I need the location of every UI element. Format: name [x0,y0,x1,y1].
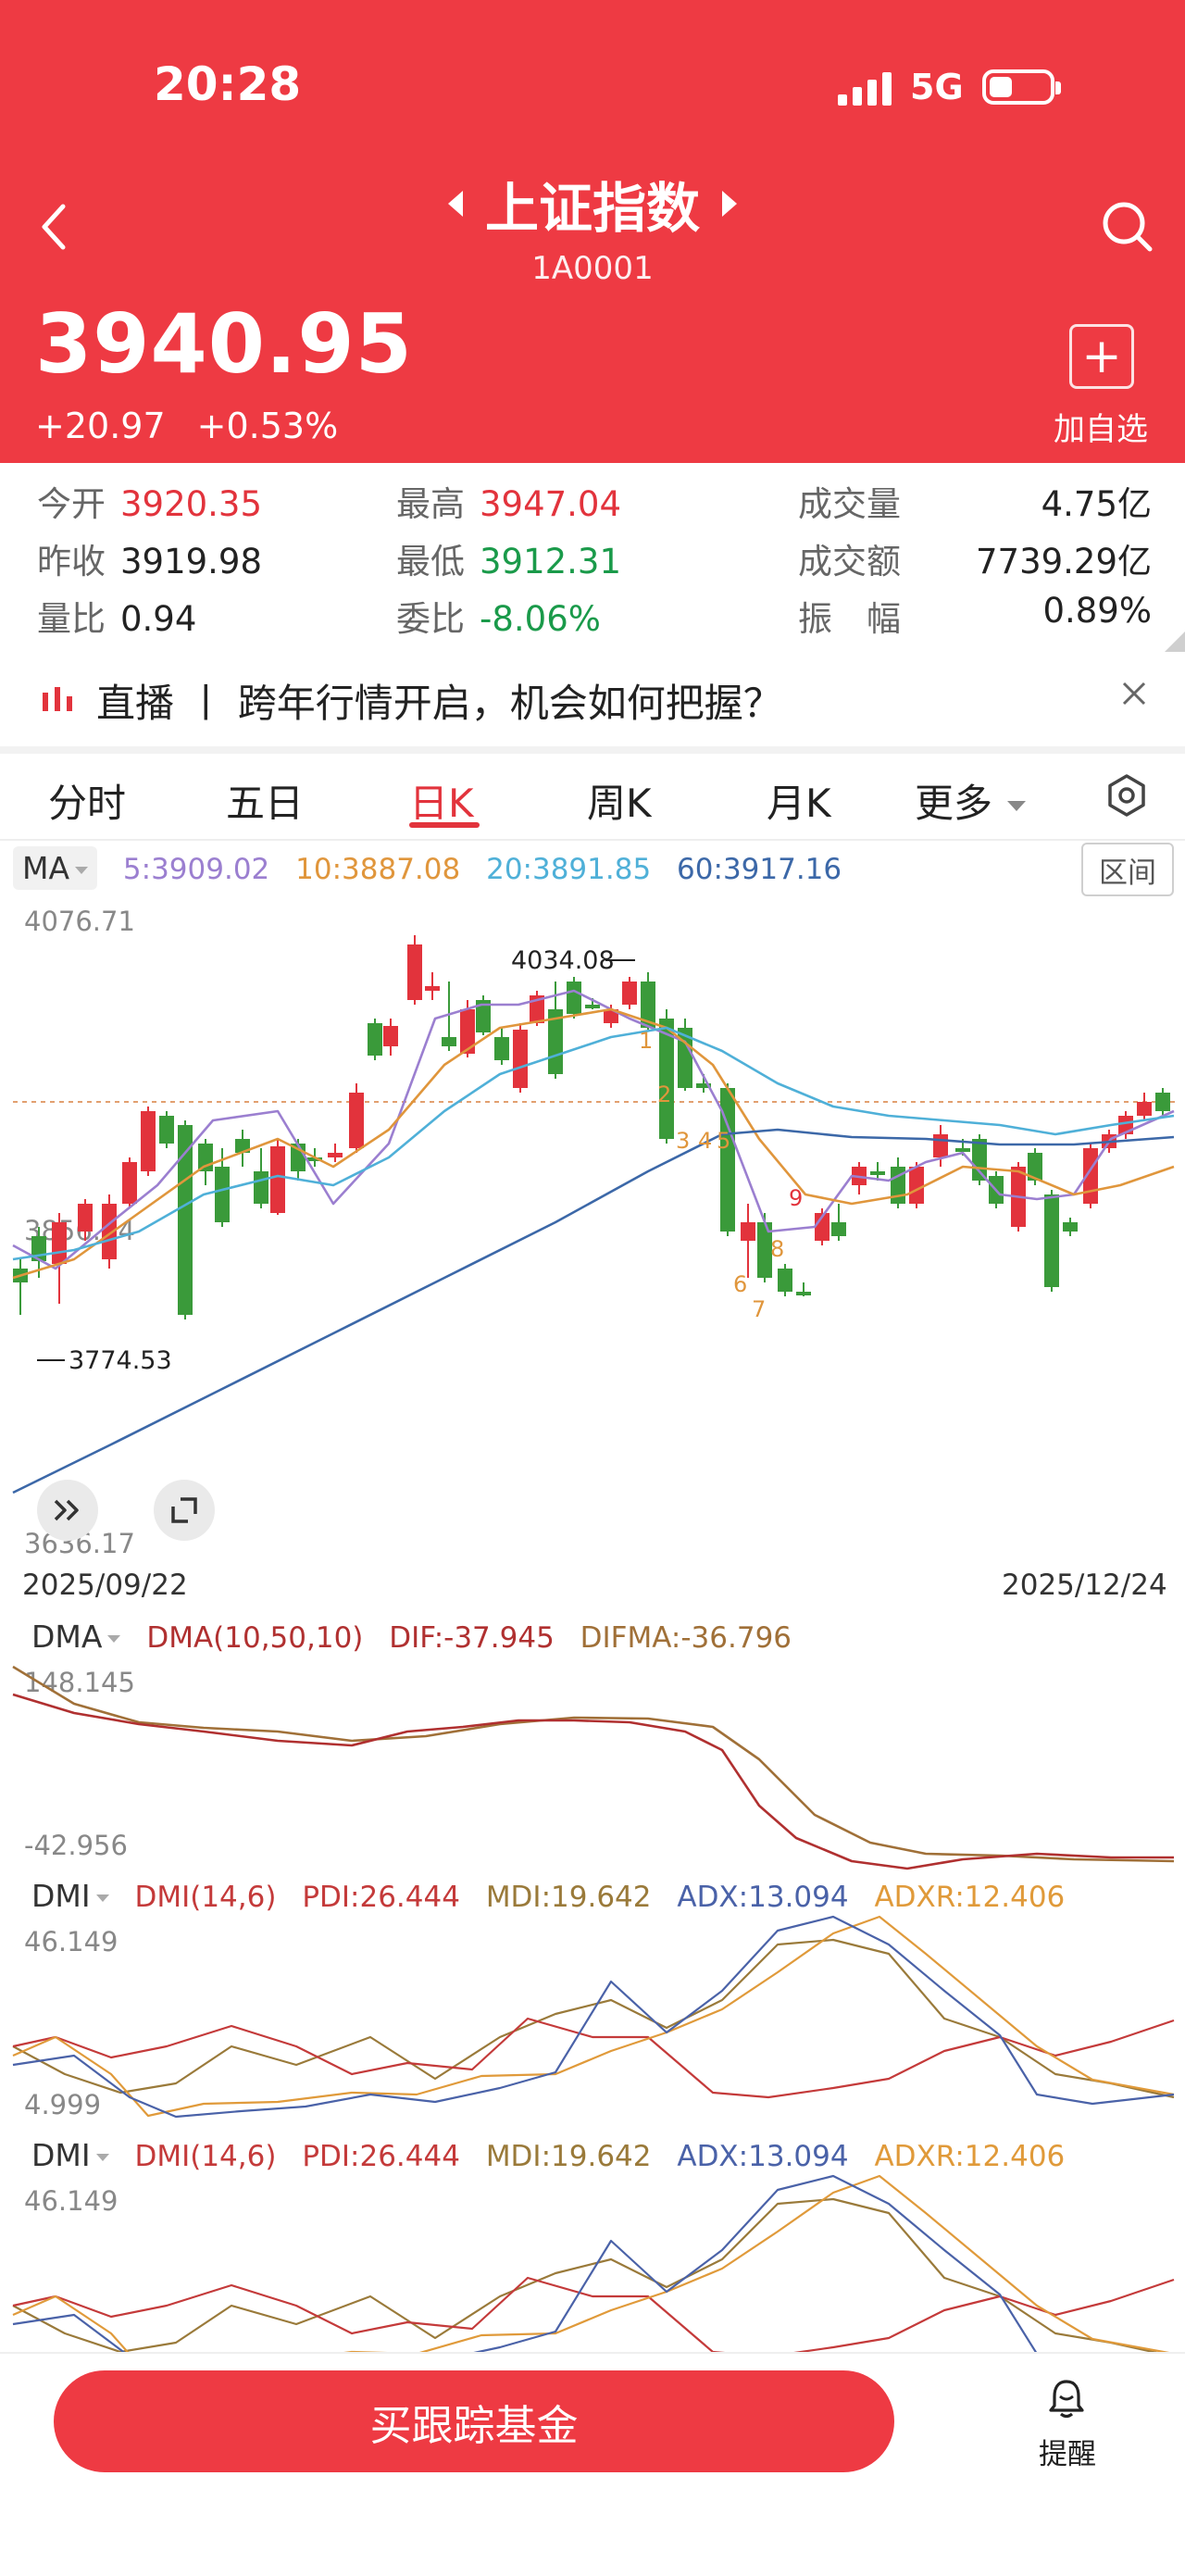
dmi-mdi-line [12,1938,1175,2099]
candle-body [442,1037,456,1046]
scroll-back-button[interactable] [37,1480,98,1541]
candle-body [796,1292,811,1295]
sequence-label: 2 [657,1082,671,1107]
buy-tracking-fund-button[interactable]: 买跟踪基金 [54,2370,894,2472]
dmi-difma-line [12,1665,1175,1863]
candle-body [741,1222,755,1241]
candle-body [52,1222,67,1264]
candle-body [78,1204,93,1232]
candle-body [778,1269,792,1292]
candle-body [1155,1093,1170,1111]
candle-body [141,1111,156,1171]
candle-body [494,1037,509,1060]
candle-body [567,982,581,1014]
sequence-label: 3 [676,1128,690,1154]
fullscreen-icon [171,1497,197,1523]
candle-body [1063,1222,1078,1232]
sequence-label: 6 [733,1271,747,1297]
sequence-label: 8 [770,1236,784,1262]
sequence-label: 4 [698,1128,712,1154]
bell-icon[interactable] [1046,2378,1087,2419]
candle-body [585,1005,600,1008]
candle-body [831,1222,846,1236]
candle-body [270,1146,285,1213]
candle-body [955,1148,970,1152]
candle-body [622,982,637,1005]
candle-body [870,1171,885,1175]
dma-dif-line [12,1693,1174,1870]
candle-body [933,1134,948,1157]
candle-body [368,1023,382,1056]
dmi-pdi-line [12,2276,1175,2352]
kline-min-label: 3774.53 [69,1346,172,1375]
candle-body [1137,1102,1152,1116]
kline-max-label: 4034.08 [511,946,615,975]
sequence-label: 1 [639,1028,653,1054]
candle-body [159,1116,174,1144]
sequence-label: 9 [789,1185,803,1211]
candle-body [349,1093,364,1148]
candle-body [328,1153,343,1157]
candle-body [513,1030,528,1088]
candle-body [215,1167,230,1222]
candle-body [122,1162,137,1204]
sequence-label: 5 [717,1128,730,1154]
remind-label[interactable]: 提醒 [1039,2431,1096,2472]
candle-body [407,944,422,1000]
candle-body [383,1026,398,1046]
candle-body [972,1139,987,1181]
fullscreen-button[interactable] [154,1480,215,1541]
candle-body [909,1167,924,1204]
kline-chart[interactable]: 1 23 4 5 67 89 [0,0,1185,2352]
double-chevron-right-icon [54,1499,79,1521]
candle-body [254,1171,268,1204]
candle-body [1044,1194,1059,1287]
sequence-label: 7 [752,1296,766,1322]
dmi-adxr-line [12,1915,1175,2118]
candle-body [425,986,440,991]
